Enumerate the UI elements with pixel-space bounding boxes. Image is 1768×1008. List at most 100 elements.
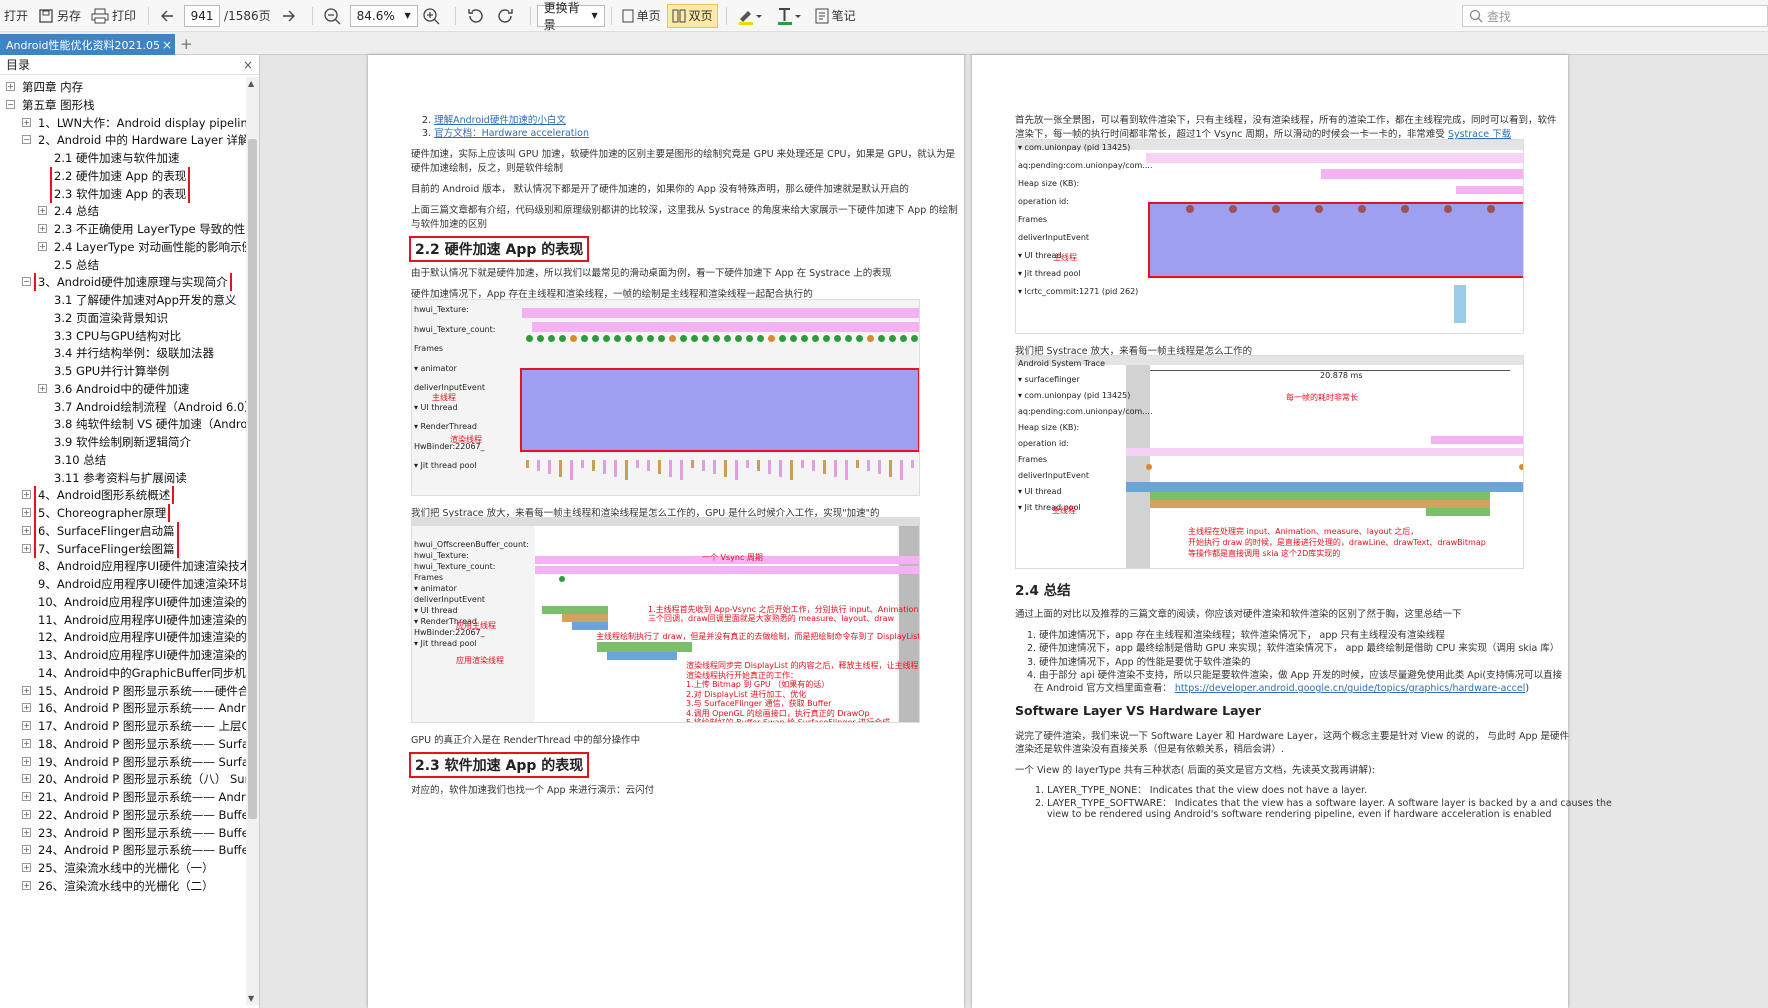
- text-color-button[interactable]: [772, 4, 809, 28]
- rotate-right-button[interactable]: [493, 4, 522, 28]
- toc-item[interactable]: +1、LWN大作：Android display pipeline本: [0, 114, 246, 132]
- scroll-down-icon[interactable]: ▼: [248, 994, 254, 1003]
- link-hardware-accel-doc[interactable]: https://developer.android.google.cn/guid…: [1175, 683, 1526, 694]
- expand-icon[interactable]: +: [22, 490, 31, 500]
- collapse-icon[interactable]: −: [22, 277, 31, 287]
- toc-item[interactable]: 3.3 CPU与GPU结构对比: [0, 327, 246, 345]
- scrollbar-thumb[interactable]: [248, 139, 257, 819]
- toc-item[interactable]: 14、Android中的GraphicBuffer同步机制-F: [0, 664, 246, 682]
- toc-item[interactable]: 2.2 硬件加速 App 的表现: [0, 166, 246, 185]
- zoom-in-button[interactable]: [418, 4, 447, 28]
- toc-item[interactable]: +16、Android P 图形显示系统—— Android: [0, 699, 246, 717]
- scrollbar[interactable]: ▲ ▼: [246, 77, 259, 1005]
- open-button[interactable]: 打开: [0, 4, 32, 28]
- expand-icon[interactable]: +: [38, 206, 47, 216]
- toc-item[interactable]: +15、Android P 图形显示系统——硬件合成: [0, 682, 246, 700]
- toc-item[interactable]: 3.2 页面渲染背景知识: [0, 309, 246, 327]
- toc-item[interactable]: 2.3 软件加速 App 的表现: [0, 184, 246, 203]
- save-as-button[interactable]: 另存: [34, 4, 85, 28]
- toc-item[interactable]: +23、Android P 图形显示系统—— BufferQ: [0, 824, 246, 842]
- prev-page-button[interactable]: [155, 4, 182, 28]
- zoom-select[interactable]: 84.6% ▼: [349, 4, 418, 27]
- toc-item[interactable]: +5、Choreographer原理: [0, 504, 246, 522]
- toc-item[interactable]: 2.1 硬件加速与软件加速: [0, 149, 246, 167]
- toc-item[interactable]: −3、Android硬件加速原理与实现简介: [0, 273, 246, 292]
- toc-item[interactable]: −2、Android 中的 Hardware Layer 详解: [0, 131, 246, 149]
- close-icon[interactable]: ×: [243, 58, 253, 72]
- toc-item[interactable]: +2.4 总结: [0, 202, 246, 220]
- annotation-3: 等操作都是直接调用 skia 这个2D库实现的: [1188, 549, 1341, 558]
- scroll-up-icon[interactable]: ▲: [248, 79, 254, 88]
- expand-icon[interactable]: +: [22, 880, 31, 890]
- toc-item[interactable]: 3.7 Android绘制流程（Android 6.0）: [0, 398, 246, 416]
- expand-icon[interactable]: +: [22, 863, 31, 872]
- toc-item[interactable]: +24、Android P 图形显示系统—— BufferQ: [0, 841, 246, 859]
- document-tab[interactable]: Android性能优化资料2021.05 ×: [0, 34, 175, 55]
- toc-item[interactable]: 3.8 纯软件绘制 VS 硬件加速（Android: [0, 415, 246, 433]
- toc-item[interactable]: +3.6 Android中的硬件加速: [0, 380, 246, 398]
- expand-icon[interactable]: +: [22, 845, 31, 855]
- toc-item[interactable]: 2.5 总结: [0, 256, 246, 274]
- toc-item[interactable]: 13、Android应用程序UI硬件加速渲染的动画: [0, 646, 246, 664]
- toc-item[interactable]: 3.11 参考资料与扩展阅读: [0, 469, 246, 487]
- search-input[interactable]: 查找: [1462, 5, 1768, 27]
- expand-icon[interactable]: +: [22, 756, 31, 766]
- toc-item[interactable]: +26、渲染流水线中的光栅化（二）: [0, 877, 246, 895]
- toc-item[interactable]: 9、Android应用程序UI硬件加速渲染环境初: [0, 575, 246, 593]
- zoom-out-button[interactable]: [319, 4, 348, 28]
- toc-item[interactable]: +2.4 LayerType 对动画性能的影响示例: [0, 238, 246, 256]
- toc-item[interactable]: +19、Android P 图形显示系统—— Surface: [0, 753, 246, 771]
- single-page-button[interactable]: 单页: [618, 4, 665, 28]
- toc-item[interactable]: 11、Android应用程序UI硬件加速渲染的Dis: [0, 611, 246, 629]
- toc-item[interactable]: +22、Android P 图形显示系统—— BufferQ: [0, 806, 246, 824]
- toc-item[interactable]: +7、SurfaceFlinger绘图篇: [0, 539, 246, 558]
- toc-item[interactable]: +18、Android P 图形显示系统—— Surface: [0, 735, 246, 753]
- toc-item[interactable]: 3.1 了解硬件加速对App开发的意义: [0, 291, 246, 309]
- expand-icon[interactable]: +: [22, 738, 31, 748]
- collapse-icon[interactable]: −: [6, 99, 15, 109]
- expand-icon[interactable]: +: [22, 774, 31, 784]
- expand-icon[interactable]: +: [22, 703, 31, 713]
- toc-item[interactable]: +21、Android P 图形显示系统—— Android: [0, 788, 246, 806]
- toc-item[interactable]: 3.10 总结: [0, 451, 246, 469]
- close-icon[interactable]: ×: [159, 38, 175, 52]
- toc-item[interactable]: 3.4 并行结构举例：级联加法器: [0, 344, 246, 362]
- toc-item[interactable]: 3.9 软件绘制刷新逻辑简介: [0, 433, 246, 451]
- toc-item[interactable]: 10、Android应用程序UI硬件加速渲染的预加: [0, 593, 246, 611]
- expand-icon[interactable]: +: [38, 383, 47, 393]
- expand-icon[interactable]: +: [22, 508, 31, 517]
- expand-icon[interactable]: +: [6, 82, 15, 91]
- background-select[interactable]: 更换背景 ▼: [536, 1, 605, 32]
- next-page-button[interactable]: [277, 4, 304, 28]
- toc-item[interactable]: − 第五章 图形栈: [0, 96, 246, 114]
- toc-item[interactable]: +6、SurfaceFlinger启动篇: [0, 521, 246, 540]
- print-button[interactable]: 打印: [87, 4, 140, 28]
- expand-icon[interactable]: +: [22, 792, 31, 801]
- expand-icon[interactable]: +: [38, 241, 47, 251]
- expand-icon[interactable]: +: [22, 117, 31, 127]
- expand-icon[interactable]: +: [22, 543, 31, 553]
- page-number-input[interactable]: 941: [184, 4, 221, 27]
- toc-item[interactable]: 12、Android应用程序UI硬件加速渲染的Dis: [0, 628, 246, 646]
- toc-item[interactable]: +25、渲染流水线中的光栅化（一）: [0, 859, 246, 877]
- toc-item[interactable]: +20、Android P 图形显示系统（八） Surfac: [0, 770, 246, 788]
- expand-icon[interactable]: +: [38, 224, 47, 233]
- toc-item[interactable]: +2.3 不正确使用 LayerType 导致的性能问: [0, 220, 246, 238]
- toc-item[interactable]: +17、Android P 图形显示系统—— 上层Clie: [0, 717, 246, 735]
- expand-icon[interactable]: +: [22, 827, 31, 837]
- double-page-button[interactable]: 双页: [666, 3, 718, 28]
- notes-button[interactable]: 笔记: [811, 4, 860, 28]
- new-tab-button[interactable]: +: [180, 35, 193, 53]
- collapse-icon[interactable]: −: [22, 135, 31, 145]
- highlighter-button[interactable]: [733, 4, 770, 28]
- expand-icon[interactable]: +: [22, 809, 31, 819]
- expand-icon[interactable]: +: [22, 525, 31, 535]
- link-official-docs[interactable]: 官方文档：Hardware acceleration: [434, 128, 589, 139]
- rotate-left-button[interactable]: [462, 4, 491, 28]
- toc-item[interactable]: 8、Android应用程序UI硬件加速渲染技术简: [0, 557, 246, 575]
- expand-icon[interactable]: +: [22, 685, 31, 695]
- toc-item[interactable]: + 第四章 内存: [0, 78, 246, 96]
- toc-item[interactable]: +4、Android图形系统概述: [0, 486, 246, 505]
- toc-item[interactable]: 3.5 GPU并行计算举例: [0, 362, 246, 380]
- expand-icon[interactable]: +: [22, 721, 31, 730]
